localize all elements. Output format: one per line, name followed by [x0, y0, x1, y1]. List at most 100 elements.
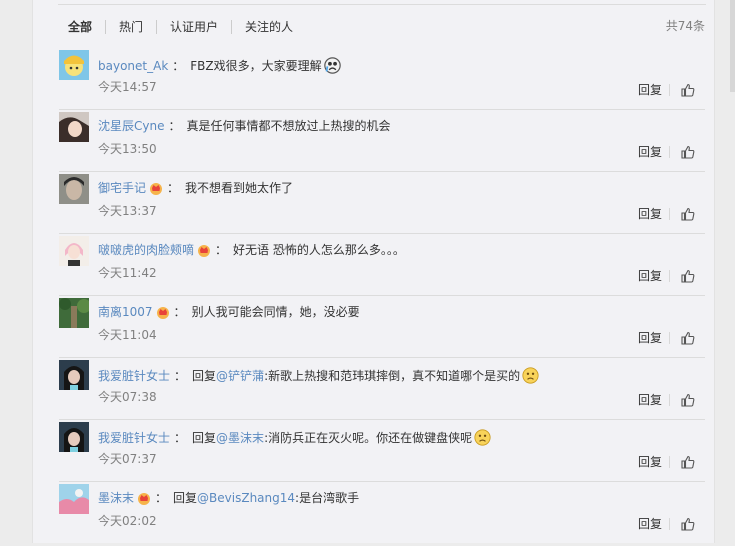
- comment-item: 墨沫末 ： 回复 @BevisZhang14 :是台湾歌手 今天02:02 回复: [59, 484, 705, 546]
- comment-text-line: 南离1007 ： 别人我可能会同情，她，没必要: [98, 305, 360, 319]
- avatar[interactable]: [59, 50, 89, 80]
- username-link[interactable]: 我爱脏针女士: [98, 431, 170, 445]
- comment-text-line: 沈星辰Cyne ： 真是任何事情都不想放过上热搜的机会: [98, 119, 391, 133]
- vip-crown-icon: [156, 307, 169, 319]
- colon-separator: ：: [168, 119, 181, 133]
- thumbs-up-icon[interactable]: [681, 269, 695, 283]
- action-divider: [669, 394, 670, 406]
- thumbs-up-icon[interactable]: [681, 393, 695, 407]
- username-link[interactable]: 啵啵虎的肉脸颊嘀: [98, 243, 194, 257]
- vip-crown-icon: [138, 493, 151, 505]
- mention-link[interactable]: @BevisZhang14: [197, 491, 295, 505]
- comment-text: :是台湾歌手: [295, 491, 360, 505]
- comment-text-line: 御宅手记 ： 我不想看到她太作了: [98, 181, 293, 195]
- action-divider: [669, 270, 670, 282]
- reply-button[interactable]: 回复: [638, 455, 662, 469]
- comment-text: 好无语 恐怖的人怎么那么多。。。: [233, 243, 405, 257]
- colon-separator: ：: [215, 243, 228, 257]
- comment-text-line: 啵啵虎的肉脸颊嘀 ： 好无语 恐怖的人怎么那么多。。。: [98, 243, 405, 257]
- username-link[interactable]: 沈星辰Cyne: [98, 119, 164, 133]
- thumbs-up-icon[interactable]: [681, 207, 695, 221]
- comment-time: 今天14:57: [98, 80, 157, 94]
- comment-item: 沈星辰Cyne ： 真是任何事情都不想放过上热搜的机会 今天13:50 回复: [59, 112, 705, 174]
- vip-crown-icon: [150, 183, 163, 195]
- reply-prefix: 回复: [192, 430, 217, 445]
- reply-button[interactable]: 回复: [638, 331, 662, 345]
- comment-count: 共74条: [665, 19, 705, 33]
- reply-button[interactable]: 回复: [638, 517, 662, 531]
- row-divider: [59, 419, 705, 420]
- username-link[interactable]: 御宅手记: [98, 181, 146, 195]
- comment-text-line: 我爱脏针女士 ： 回复 @铲铲蒲 :新歌上热搜和范玮琪摔倒，真不知道哪个是买的: [98, 367, 539, 384]
- scrollbar[interactable]: [730, 0, 735, 92]
- comment-text-line: 墨沫末 ： 回复 @BevisZhang14 :是台湾歌手: [98, 491, 359, 505]
- tab-following[interactable]: 关注的人: [231, 20, 306, 34]
- reply-button[interactable]: 回复: [638, 145, 662, 159]
- reply-prefix: 回复: [173, 491, 198, 505]
- tab-verified[interactable]: 认证用户: [156, 20, 231, 34]
- row-divider: [59, 357, 705, 358]
- mention-link[interactable]: @墨沫末: [216, 431, 264, 445]
- comment-item: 南离1007 ： 别人我可能会同情，她，没必要 今天11:04 回复: [59, 298, 705, 360]
- mention-link[interactable]: @铲铲蒲: [216, 369, 264, 383]
- avatar[interactable]: [59, 422, 89, 452]
- row-divider: [59, 109, 705, 110]
- username-link[interactable]: 墨沫末: [98, 491, 134, 505]
- crying-face-emoji: [323, 57, 341, 74]
- comment-item: 啵啵虎的肉脸颊嘀 ： 好无语 恐怖的人怎么那么多。。。 今天11:42 回复: [59, 236, 705, 298]
- tab-all[interactable]: 全部: [68, 20, 105, 34]
- comment-time: 今天13:37: [98, 204, 157, 218]
- colon-separator: ：: [174, 368, 187, 383]
- comment-time: 今天11:04: [98, 328, 157, 342]
- reply-button[interactable]: 回复: [638, 83, 662, 97]
- avatar[interactable]: [59, 484, 89, 514]
- reply-button[interactable]: 回复: [638, 269, 662, 283]
- reply-button[interactable]: 回复: [638, 207, 662, 221]
- avatar[interactable]: [59, 298, 89, 328]
- vip-crown-icon: [198, 245, 211, 257]
- avatar[interactable]: [59, 112, 89, 142]
- colon-separator: ：: [173, 305, 186, 319]
- row-divider: [59, 481, 705, 482]
- username-link[interactable]: 南离1007: [98, 305, 153, 319]
- action-divider: [669, 146, 670, 158]
- avatar[interactable]: [59, 174, 89, 204]
- reply-prefix: 回复: [192, 368, 217, 383]
- thumbs-up-icon[interactable]: [681, 145, 695, 159]
- comment-text: 我不想看到她太作了: [185, 181, 294, 195]
- colon-separator: ：: [155, 491, 168, 505]
- thumbs-up-icon[interactable]: [681, 83, 695, 97]
- comment-text: FBZ戏很多，大家要理解: [190, 58, 322, 73]
- action-divider: [669, 332, 670, 344]
- reply-button[interactable]: 回复: [638, 393, 662, 407]
- sad-face-emoji: [522, 367, 539, 384]
- username-link[interactable]: 我爱脏针女士: [98, 369, 170, 383]
- thumbs-up-icon[interactable]: [681, 517, 695, 531]
- top-divider: [58, 4, 706, 5]
- tab-hot[interactable]: 热门: [105, 20, 156, 34]
- comment-text-line: bayonet_Ak ： FBZ戏很多，大家要理解: [98, 57, 341, 74]
- comment-text: :新歌上热搜和范玮琪摔倒，真不知道哪个是买的: [264, 368, 521, 383]
- row-divider: [59, 171, 705, 172]
- comment-item: 我爱脏针女士 ： 回复 @铲铲蒲 :新歌上热搜和范玮琪摔倒，真不知道哪个是买的 …: [59, 360, 705, 422]
- colon-separator: ：: [167, 181, 180, 195]
- sad-face-emoji: [474, 429, 491, 446]
- action-divider: [669, 456, 670, 468]
- comment-text: 真是任何事情都不想放过上热搜的机会: [186, 119, 391, 133]
- row-divider: [59, 233, 705, 234]
- comment-text-line: 我爱脏针女士 ： 回复 @墨沫末 :消防兵正在灭火呢。你还在做键盘侠呢: [98, 429, 491, 446]
- action-divider: [669, 518, 670, 530]
- username-link[interactable]: bayonet_Ak: [98, 59, 168, 73]
- comment-time: 今天07:38: [98, 390, 157, 404]
- thumbs-up-icon[interactable]: [681, 455, 695, 469]
- comment-time: 今天07:37: [98, 452, 157, 466]
- thumbs-up-icon[interactable]: [681, 331, 695, 345]
- comment-text: :消防兵正在灭火呢。你还在做键盘侠呢: [264, 430, 473, 445]
- avatar[interactable]: [59, 236, 89, 266]
- filter-tabs: 全部 热门 认证用户 关注的人: [68, 19, 306, 35]
- action-divider: [669, 208, 670, 220]
- avatar[interactable]: [59, 360, 89, 390]
- comment-item: bayonet_Ak ： FBZ戏很多，大家要理解 今天14:57 回复: [59, 50, 705, 112]
- comment-time: 今天11:42: [98, 266, 157, 280]
- colon-separator: ：: [174, 430, 187, 445]
